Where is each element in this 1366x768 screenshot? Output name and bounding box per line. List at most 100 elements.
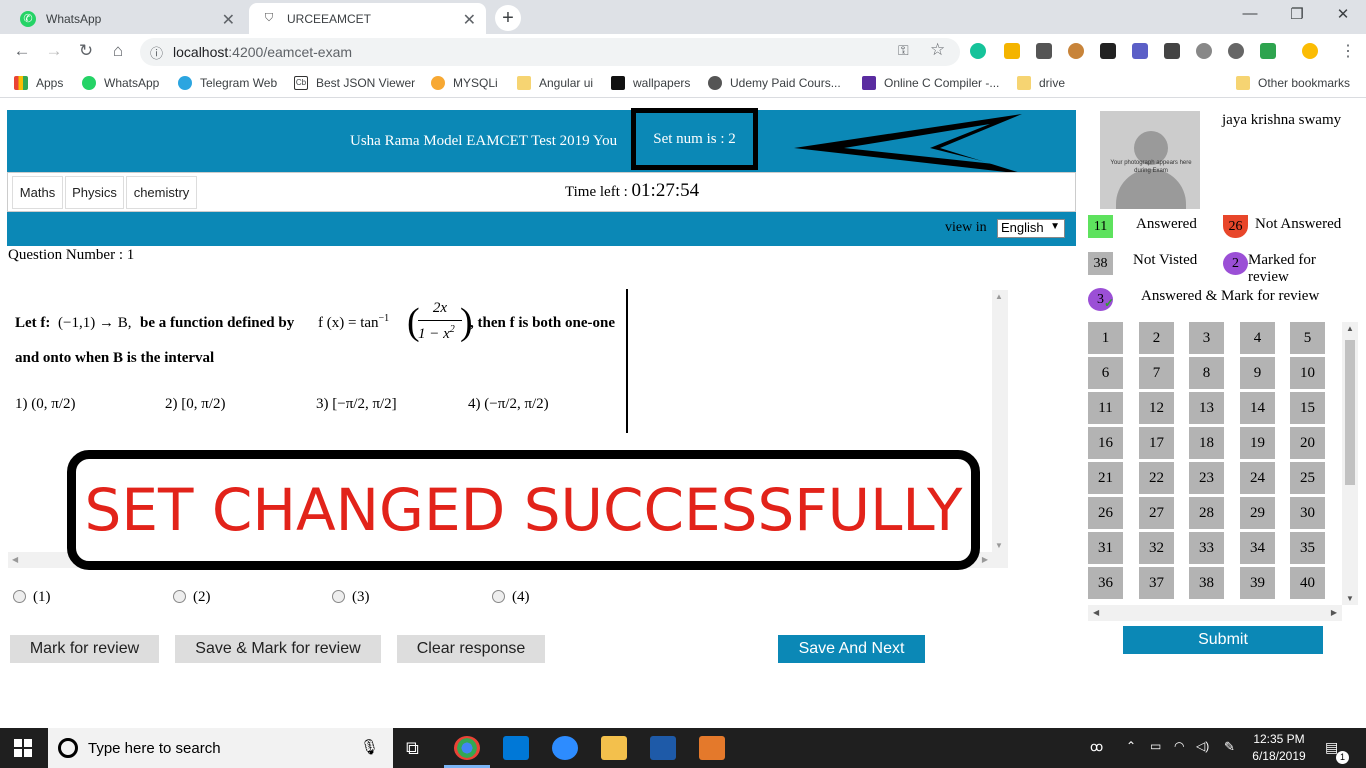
extension-icon[interactable]: [1100, 43, 1116, 59]
palette-question-39[interactable]: 39: [1240, 567, 1275, 599]
tab-physics[interactable]: Physics: [65, 176, 124, 209]
palette-question-35[interactable]: 35: [1290, 532, 1325, 564]
palette-question-38[interactable]: 38: [1189, 567, 1224, 599]
file-explorer-taskbar-icon[interactable]: [601, 736, 627, 760]
maximize-button[interactable]: ❐: [1277, 5, 1317, 23]
chevron-up-icon[interactable]: ⌃: [1126, 739, 1136, 753]
answer-radio-1[interactable]: [13, 590, 26, 603]
powershell-taskbar-icon[interactable]: [650, 736, 676, 760]
tab-maths[interactable]: Maths: [12, 176, 63, 209]
volume-icon[interactable]: ◁): [1196, 739, 1209, 753]
taskbar-search-input[interactable]: Type here to search 🎙: [48, 728, 393, 768]
reload-icon[interactable]: ↻: [74, 41, 98, 61]
palette-question-26[interactable]: 26: [1088, 497, 1123, 529]
taskbar-clock[interactable]: 12:35 PM 6/18/2019: [1248, 731, 1310, 765]
bookmark-other[interactable]: Other bookmarks: [1236, 76, 1350, 90]
palette-question-25[interactable]: 25: [1290, 462, 1325, 494]
palette-question-40[interactable]: 40: [1290, 567, 1325, 599]
wifi-icon[interactable]: ◠: [1174, 739, 1184, 753]
minimize-button[interactable]: —: [1230, 5, 1270, 22]
people-icon[interactable]: ꝏ: [1090, 739, 1103, 755]
tab-chemistry[interactable]: chemistry: [126, 176, 197, 209]
cookie-icon[interactable]: [1068, 43, 1084, 59]
language-select[interactable]: English ▼: [997, 219, 1065, 238]
palette-question-33[interactable]: 33: [1189, 532, 1224, 564]
palette-question-4[interactable]: 4: [1240, 322, 1275, 354]
palette-question-5[interactable]: 5: [1290, 322, 1325, 354]
palette-question-29[interactable]: 29: [1240, 497, 1275, 529]
bookmark-wallpapers[interactable]: wallpapers: [611, 76, 690, 90]
palette-scrollbar[interactable]: ▲ ▼: [1342, 322, 1358, 605]
palette-question-14[interactable]: 14: [1240, 392, 1275, 424]
extension-icon[interactable]: [1132, 43, 1148, 59]
bookmark-online-c-compiler[interactable]: Online C Compiler -...: [862, 76, 999, 90]
task-view-icon[interactable]: ⧉: [406, 738, 419, 759]
palette-question-8[interactable]: 8: [1189, 357, 1224, 389]
bookmark-json-viewer[interactable]: Cb Best JSON Viewer: [294, 76, 415, 90]
sublime-taskbar-icon[interactable]: [699, 736, 725, 760]
palette-question-28[interactable]: 28: [1189, 497, 1224, 529]
palette-question-22[interactable]: 22: [1139, 462, 1174, 494]
mark-for-review-button[interactable]: Mark for review: [10, 635, 159, 663]
settings-extension-icon[interactable]: [1196, 43, 1212, 59]
palette-question-34[interactable]: 34: [1240, 532, 1275, 564]
shield-icon[interactable]: [1260, 43, 1276, 59]
extension-icon[interactable]: [1004, 43, 1020, 59]
menu-icon[interactable]: ⋮: [1340, 41, 1356, 61]
palette-question-19[interactable]: 19: [1240, 427, 1275, 459]
palette-question-23[interactable]: 23: [1189, 462, 1224, 494]
palette-question-16[interactable]: 16: [1088, 427, 1123, 459]
palette-question-7[interactable]: 7: [1139, 357, 1174, 389]
extension-icon[interactable]: [1164, 43, 1180, 59]
palette-question-27[interactable]: 27: [1139, 497, 1174, 529]
close-tab-icon[interactable]: ✕: [463, 10, 476, 30]
new-tab-button[interactable]: +: [495, 5, 521, 31]
palette-question-20[interactable]: 20: [1290, 427, 1325, 459]
submit-button[interactable]: Submit: [1123, 626, 1323, 654]
extension-icon[interactable]: [1036, 43, 1052, 59]
zoom-taskbar-icon[interactable]: [552, 736, 578, 760]
extension-icon[interactable]: [1228, 43, 1244, 59]
answer-radio-2[interactable]: [173, 590, 186, 603]
palette-question-30[interactable]: 30: [1290, 497, 1325, 529]
bookmark-drive[interactable]: drive: [1017, 76, 1065, 90]
palette-question-1[interactable]: 1: [1088, 322, 1123, 354]
pen-icon[interactable]: ✎: [1224, 739, 1235, 755]
palette-horizontal-scrollbar[interactable]: ◀ ▶: [1088, 605, 1342, 621]
palette-question-10[interactable]: 10: [1290, 357, 1325, 389]
palette-question-17[interactable]: 17: [1139, 427, 1174, 459]
palette-question-31[interactable]: 31: [1088, 532, 1123, 564]
clear-response-button[interactable]: Clear response: [397, 635, 545, 663]
answer-radio-4[interactable]: [492, 590, 505, 603]
key-icon[interactable]: ⚿: [898, 42, 909, 59]
bookmark-telegram[interactable]: Telegram Web: [178, 76, 277, 90]
palette-question-24[interactable]: 24: [1240, 462, 1275, 494]
address-bar[interactable]: ⓘ localhost:4200/eamcet-exam: [140, 38, 960, 66]
close-tab-icon[interactable]: ✕: [222, 10, 235, 30]
save-and-mark-button[interactable]: Save & Mark for review: [175, 635, 381, 663]
bookmark-mysqli[interactable]: MYSQLi: [431, 76, 498, 90]
question-vertical-scrollbar[interactable]: ▲ ▼: [992, 290, 1008, 552]
battery-icon[interactable]: ▭: [1150, 739, 1161, 753]
star-icon[interactable]: ☆: [930, 40, 945, 60]
back-icon[interactable]: ←: [10, 41, 34, 61]
palette-question-3[interactable]: 3: [1189, 322, 1224, 354]
palette-question-37[interactable]: 37: [1139, 567, 1174, 599]
windows-start-icon[interactable]: [14, 739, 32, 757]
palette-question-15[interactable]: 15: [1290, 392, 1325, 424]
profile-avatar[interactable]: [1302, 43, 1318, 59]
answer-radio-3[interactable]: [332, 590, 345, 603]
save-and-next-button[interactable]: Save And Next: [778, 635, 925, 663]
vscode-taskbar-icon[interactable]: [503, 736, 529, 760]
palette-question-9[interactable]: 9: [1240, 357, 1275, 389]
palette-question-11[interactable]: 11: [1088, 392, 1123, 424]
palette-question-13[interactable]: 13: [1189, 392, 1224, 424]
close-window-button[interactable]: ✕: [1323, 5, 1363, 23]
grammarly-icon[interactable]: [970, 43, 986, 59]
forward-icon[interactable]: →: [42, 41, 66, 61]
info-icon[interactable]: ⓘ: [150, 43, 163, 62]
palette-question-18[interactable]: 18: [1189, 427, 1224, 459]
bookmark-udemy[interactable]: Udemy Paid Cours...: [708, 76, 841, 90]
bookmark-apps[interactable]: Apps: [14, 76, 63, 90]
palette-question-32[interactable]: 32: [1139, 532, 1174, 564]
